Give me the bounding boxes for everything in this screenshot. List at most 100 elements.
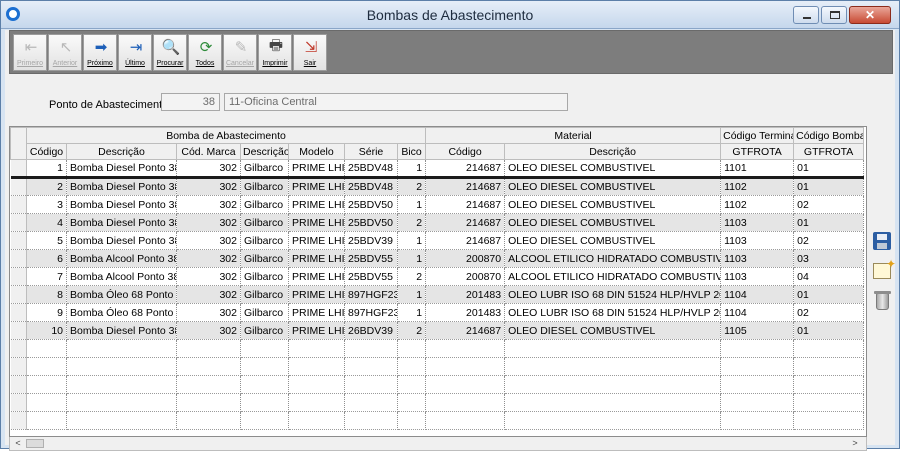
toolbar-next-button[interactable]: ➡ Próximo	[83, 34, 117, 71]
cell-marca[interactable]: Gilbarco	[240, 285, 289, 304]
table-row[interactable]: 8 Bomba Óleo 68 Ponto 38 302 Gilbarco PRIME …	[10, 285, 865, 304]
table-row[interactable]: 1 Bomba Diesel Ponto 38 302 Gilbarco PRIME L…	[10, 159, 865, 179]
cell-codigo[interactable]: 1	[26, 159, 67, 179]
cell-marca[interactable]: Gilbarco	[240, 321, 289, 340]
new-record-button[interactable]	[871, 257, 896, 282]
cell-mat-descricao[interactable]: OLEO DIESEL COMBUSTIVEL	[504, 195, 722, 214]
cell-terminal[interactable]: 1103	[720, 267, 795, 286]
cell-bico[interactable]: 2	[397, 321, 427, 340]
row-indicator[interactable]	[10, 411, 27, 430]
row-indicator[interactable]	[10, 339, 27, 358]
codigo-terminal-header-top[interactable]: Código Terminal	[720, 127, 795, 144]
row-indicator[interactable]	[10, 393, 27, 412]
row-indicator[interactable]	[10, 249, 27, 268]
cell-mat-codigo[interactable]: 214687	[425, 159, 506, 179]
cell-cod-marca[interactable]: 302	[176, 267, 241, 286]
toolbar-printer-button[interactable]: 🖶 Imprimir	[258, 34, 292, 71]
cell-bico[interactable]: 1	[397, 303, 427, 322]
delete-button[interactable]	[871, 290, 893, 312]
cell-bomba[interactable]: 01	[793, 213, 865, 232]
title-bar[interactable]: Bombas de Abastecimento ✕	[1, 1, 899, 29]
cell-bico[interactable]: 1	[397, 231, 427, 250]
descricao-header[interactable]: Descrição	[66, 143, 177, 160]
cell-cod-marca[interactable]: 302	[176, 249, 241, 268]
cell-serie[interactable]: 897HGF23	[344, 285, 398, 304]
save-button[interactable]	[871, 230, 893, 252]
cell-codigo[interactable]: 5	[26, 231, 67, 250]
row-indicator[interactable]	[10, 195, 27, 214]
cell-codigo[interactable]: 4	[26, 213, 67, 232]
cell-mat-descricao[interactable]: OLEO DIESEL COMBUSTIVEL	[504, 321, 722, 340]
material-codigo-header[interactable]: Código	[425, 143, 506, 160]
cell-bomba[interactable]: 01	[793, 285, 865, 304]
row-indicator[interactable]	[10, 231, 27, 250]
minimize-button[interactable]	[793, 6, 819, 24]
table-row[interactable]: 3 Bomba Diesel Ponto 38 302 Gilbarco PRIME L…	[10, 195, 865, 214]
cell-bico[interactable]: 1	[397, 195, 427, 214]
row-indicator[interactable]	[10, 321, 27, 340]
cell-bomba[interactable]: 01	[793, 159, 865, 179]
scroll-thumb[interactable]	[26, 439, 44, 448]
cell-descricao[interactable]: Bomba Diesel Ponto 38	[66, 231, 177, 250]
cell-mat-descricao[interactable]: OLEO LUBR ISO 68 DIN 51524 HLP/HVLP 20L	[504, 303, 722, 322]
cell-mat-descricao[interactable]: ALCOOL ETILICO HIDRATADO COMBUSTIVEL	[504, 249, 722, 268]
toolbar-exit-button[interactable]: ⇲ Sair	[293, 34, 327, 71]
cell-bico[interactable]: 1	[397, 285, 427, 304]
scroll-right-icon[interactable]: >	[848, 437, 862, 450]
material-descricao-header[interactable]: Descrição	[504, 143, 722, 160]
row-indicator[interactable]	[10, 357, 27, 376]
cell-mat-descricao[interactable]: OLEO DIESEL COMBUSTIVEL	[504, 159, 722, 179]
cell-serie[interactable]: 25BDV50	[344, 213, 398, 232]
cell-mat-codigo[interactable]: 200870	[425, 249, 506, 268]
row-indicator[interactable]	[10, 285, 27, 304]
cell-bico[interactable]: 1	[397, 159, 427, 179]
cell-terminal[interactable]: 1103	[720, 231, 795, 250]
ponto-code-field[interactable]: 38	[161, 93, 220, 111]
cell-modelo[interactable]: PRIME LHI	[288, 285, 345, 304]
codigo-bomba-header-top[interactable]: Código Bomba	[793, 127, 865, 144]
cell-bomba[interactable]: 01	[793, 177, 865, 196]
cell-mat-codigo[interactable]: 214687	[425, 231, 506, 250]
cell-bomba[interactable]: 02	[793, 303, 865, 322]
cell-descricao[interactable]: Bomba Alcool Ponto 38	[66, 249, 177, 268]
cell-terminal[interactable]: 1103	[720, 213, 795, 232]
bombas-grid[interactable]: Bomba de Abastecimento Material Código T…	[9, 126, 867, 437]
table-row[interactable]: 5 Bomba Diesel Ponto 38 302 Gilbarco PRIME L…	[10, 231, 865, 250]
cell-bomba[interactable]: 04	[793, 267, 865, 286]
ponto-name-field[interactable]: 11-Oficina Central	[224, 93, 568, 111]
cell-bico[interactable]: 2	[397, 177, 427, 196]
cell-bico[interactable]: 1	[397, 249, 427, 268]
cell-serie[interactable]: 25BDV50	[344, 195, 398, 214]
cell-terminal[interactable]: 1102	[720, 177, 795, 196]
cell-codigo[interactable]: 8	[26, 285, 67, 304]
cell-marca[interactable]: Gilbarco	[240, 177, 289, 196]
codigo-terminal-header-bottom[interactable]: GTFROTA	[720, 143, 795, 160]
row-indicator[interactable]	[10, 159, 27, 179]
toolbar-last-button[interactable]: ⇥ Último	[118, 34, 152, 71]
cell-descricao[interactable]: Bomba Óleo 68 Ponto 38	[66, 303, 177, 322]
cell-cod-marca[interactable]: 302	[176, 303, 241, 322]
cell-codigo[interactable]: 10	[26, 321, 67, 340]
cell-serie[interactable]: 25BDV55	[344, 267, 398, 286]
cell-bomba[interactable]: 03	[793, 249, 865, 268]
cell-descricao[interactable]: Bomba Óleo 68 Ponto 38	[66, 285, 177, 304]
cell-codigo[interactable]: 7	[26, 267, 67, 286]
codigo-bomba-header-bottom[interactable]: GTFROTA	[793, 143, 865, 160]
row-indicator[interactable]	[10, 303, 27, 322]
cell-marca[interactable]: Gilbarco	[240, 303, 289, 322]
cell-mat-codigo[interactable]: 201483	[425, 303, 506, 322]
cell-bomba[interactable]: 02	[793, 231, 865, 250]
cell-modelo[interactable]: PRIME LHI	[288, 195, 345, 214]
cell-modelo[interactable]: PRIME LHI	[288, 231, 345, 250]
serie-header[interactable]: Série	[344, 143, 398, 160]
cell-cod-marca[interactable]: 302	[176, 231, 241, 250]
cell-mat-codigo[interactable]: 201483	[425, 285, 506, 304]
cell-terminal[interactable]: 1104	[720, 303, 795, 322]
cell-marca[interactable]: Gilbarco	[240, 231, 289, 250]
cell-mat-codigo[interactable]: 214687	[425, 177, 506, 196]
table-row[interactable]: 7 Bomba Alcool Ponto 38 302 Gilbarco PRIME L…	[10, 267, 865, 286]
cell-serie[interactable]: 25BDV48	[344, 177, 398, 196]
modelo-header[interactable]: Modelo	[288, 143, 345, 160]
cell-mat-descricao[interactable]: ALCOOL ETILICO HIDRATADO COMBUSTIVEL	[504, 267, 722, 286]
cell-serie[interactable]: 26BDV39	[344, 321, 398, 340]
